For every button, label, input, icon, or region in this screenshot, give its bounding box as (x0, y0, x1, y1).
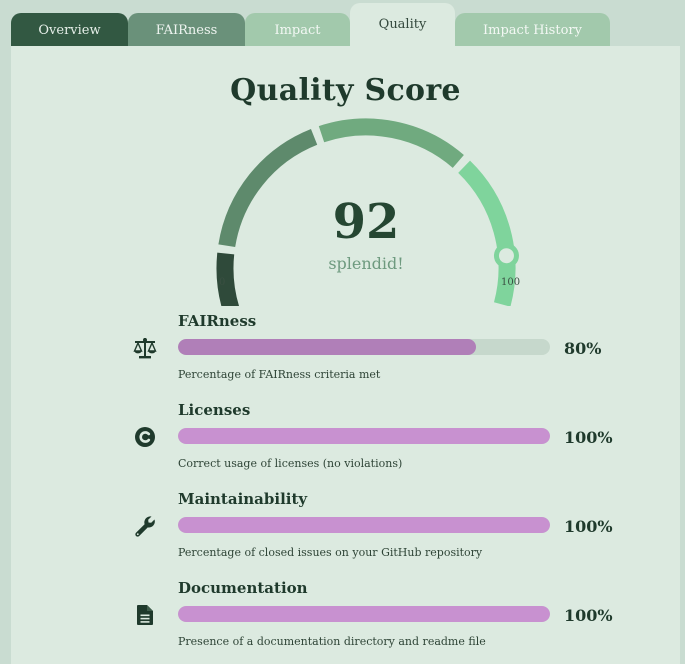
metric-description: Percentage of FAIRness criteria met (178, 368, 381, 381)
metric-description: Presence of a documentation directory an… (178, 635, 486, 648)
progress-track (178, 428, 550, 444)
score-value: 92 (332, 194, 400, 250)
tab-overview[interactable]: Overview (11, 13, 128, 46)
progress-track (178, 606, 550, 622)
progress-fill (178, 339, 476, 355)
metric-percent: 100% (564, 428, 613, 447)
progress-track (178, 517, 550, 533)
gauge-indicator (493, 243, 519, 269)
metric-description: Correct usage of licenses (no violations… (178, 457, 403, 470)
metric-licenses: Licenses 100% Correct usage of licenses … (11, 401, 680, 481)
tab-quality[interactable]: Quality (350, 3, 455, 46)
quality-panel: Quality Score 92 splendid! 0 100 FAIRnes… (11, 46, 680, 664)
score-rating: splendid! (328, 254, 404, 273)
metric-percent: 100% (564, 606, 613, 625)
progress-fill (178, 606, 550, 622)
tab-fairness[interactable]: FAIRness (128, 13, 245, 46)
progress-fill (178, 428, 550, 444)
metric-percent: 80% (564, 339, 602, 358)
metric-description: Percentage of closed issues on your GitH… (178, 546, 483, 559)
metric-title: Licenses (178, 401, 251, 419)
metric-percent: 100% (564, 517, 613, 536)
metric-title: Documentation (178, 579, 308, 597)
gauge-segment (318, 118, 464, 168)
progress-fill (178, 517, 550, 533)
metric-fairness: FAIRness 80% Percentage of FAIRness crit… (11, 312, 680, 392)
copyright-icon (135, 427, 155, 447)
progress-track (178, 339, 550, 355)
scale-icon (133, 338, 157, 359)
wrench-icon (135, 516, 155, 537)
file-icon (137, 605, 153, 625)
gauge-max-label: 100 (501, 277, 521, 288)
gauge-min-label: 0 (219, 277, 226, 288)
metric-maintainability: Maintainability 100% Percentage of close… (11, 490, 680, 570)
tab-impact-history[interactable]: Impact History (455, 13, 610, 46)
tab-impact[interactable]: Impact (245, 13, 350, 46)
metric-title: FAIRness (178, 312, 257, 330)
tab-bar: Overview FAIRness Impact Quality Impact … (0, 0, 685, 46)
metric-title: Maintainability (178, 490, 308, 508)
metric-documentation: Documentation 100% Presence of a documen… (11, 579, 680, 659)
